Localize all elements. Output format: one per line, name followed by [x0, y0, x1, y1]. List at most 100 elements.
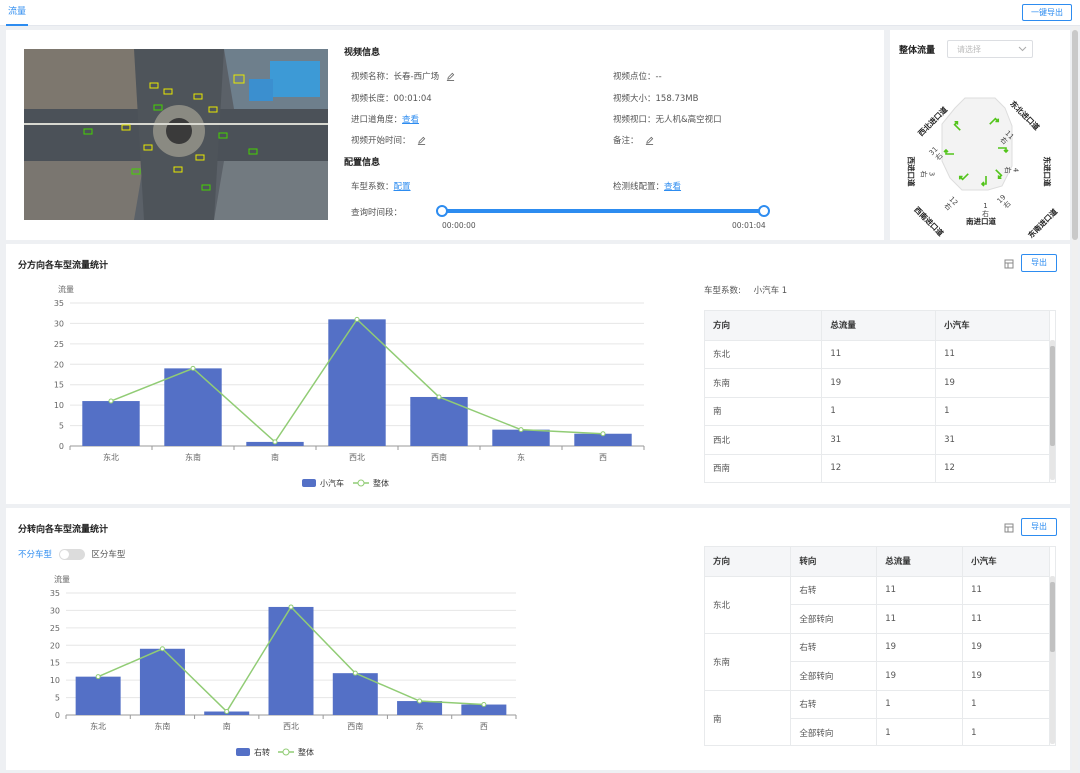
range-end-text: 00:01:04	[732, 221, 766, 230]
table-row[interactable]: 南11	[705, 397, 1050, 426]
viewpoint-row: 视频视口：无人机&高空视口	[613, 113, 722, 125]
table-row[interactable]: 西北 31 31	[705, 425, 1050, 455]
x-tick-label: 南	[223, 721, 231, 731]
table-cell: 12	[935, 454, 1050, 482]
toggle-off-label[interactable]: 不分车型	[18, 550, 52, 560]
legend-swatch	[302, 479, 316, 487]
x-tick-label: 西南	[431, 452, 447, 462]
y-tick-label: 30	[50, 606, 60, 615]
approach-count: 11 右	[998, 129, 1015, 147]
turn-table-scrollbar[interactable]	[1050, 576, 1055, 744]
line-point	[95, 674, 101, 680]
range-start-handle[interactable]	[436, 205, 448, 217]
table-view-icon[interactable]	[1004, 259, 1014, 269]
bar	[75, 676, 121, 715]
direction-cell: 东北	[705, 576, 792, 634]
tab-flow[interactable]: 流量	[6, 0, 29, 26]
approach-count-value: 3	[927, 171, 936, 177]
export-all-button[interactable]: 一键导出	[1022, 4, 1072, 21]
direction-cell: 南	[705, 690, 792, 745]
table-row[interactable]: 东北 右转 11 11	[705, 576, 1050, 634]
viewpoint-value: 无人机&高空视口	[655, 115, 722, 125]
direction-stats-title: 分方向各车型流量统计	[18, 261, 109, 271]
page-scrollbar-thumb[interactable]	[1072, 30, 1078, 240]
line-point	[224, 709, 230, 715]
approach-turn-label: 右	[919, 170, 928, 178]
toggle-knob	[59, 550, 69, 559]
direction-select[interactable]: 请选择	[947, 40, 1033, 58]
toggle-switch[interactable]	[58, 549, 85, 560]
table-cell: 1	[876, 690, 964, 719]
approach-count: 3右	[920, 171, 936, 178]
table-row[interactable]: 东北 11 11	[705, 340, 1050, 369]
y-tick-label: 5	[59, 422, 64, 431]
video-length-value: 00:01:04	[393, 94, 432, 104]
video-thumbnail[interactable]	[24, 49, 328, 220]
overall-flow-title: 整体流量	[899, 46, 936, 56]
detect-line-row: 检测线配置：查看	[613, 180, 681, 192]
turn-export-button[interactable]: 导出	[1021, 518, 1057, 536]
scrollbar-thumb[interactable]	[1050, 582, 1055, 652]
video-name-row: 视频名称：长春-西广场	[351, 70, 455, 82]
x-tick-label: 东北	[103, 452, 119, 462]
table-cell: 11	[962, 604, 1050, 634]
y-tick-label: 30	[54, 319, 64, 328]
approach-count: 4右	[1004, 167, 1020, 174]
table-cell: 11	[821, 340, 937, 369]
chevron-down-icon	[1018, 46, 1027, 52]
y-tick-label: 25	[54, 340, 64, 349]
overall-flow-card: 整体流量 请选择 西北进口道 31 右东北进口道 11 右东进口道 4 右东南进口道 19 右南…	[890, 30, 1070, 240]
direction-export-button[interactable]: 导出	[1021, 254, 1057, 272]
x-tick-label: 西北	[283, 722, 299, 731]
table-cell: 右转	[790, 633, 878, 662]
table-cell: 1	[935, 397, 1050, 426]
table-cell: 全部转向	[790, 661, 878, 691]
turn-stats-title: 分转向各车型流量统计	[18, 525, 109, 535]
y-tick-label: 20	[50, 641, 60, 650]
y-tick-label: 5	[55, 694, 60, 703]
detect-line-link[interactable]: 查看	[664, 182, 681, 192]
table-cell: 19	[821, 368, 937, 398]
edit-icon[interactable]	[417, 136, 426, 145]
approach-angle-label: 进口道角度：	[351, 115, 403, 125]
edit-icon[interactable]	[446, 72, 455, 81]
table-row[interactable]: 东南 19 19	[705, 368, 1050, 398]
edit-icon[interactable]	[645, 136, 654, 145]
vehicle-coef-link[interactable]: 配置	[394, 182, 411, 192]
legend-swatch	[282, 748, 290, 756]
x-tick-label: 东南	[185, 452, 201, 462]
table-cell: 1	[821, 397, 937, 426]
approach-count: 31 右	[928, 145, 946, 163]
video-point-value: --	[655, 72, 662, 82]
vehicle-type-toggle[interactable]: 不分车型 区分车型	[18, 548, 125, 560]
coef-info: 车型系数: 小汽车 1	[704, 284, 787, 296]
table-cell: 31	[935, 425, 1050, 455]
table-cell: 11	[876, 604, 964, 634]
table-row[interactable]: 西南 12 12	[705, 454, 1050, 482]
note-label: 备注：	[613, 136, 639, 146]
table-cell: 11	[962, 576, 1050, 605]
line-point	[272, 439, 278, 445]
direction-chart: 流量 0 5 10 15 20 25 30 35 东北 东南 南 西北 西南 东 西小汽车 整体	[54, 284, 645, 488]
table-cell: 19	[876, 661, 964, 691]
toggle-on-label[interactable]: 区分车型	[91, 550, 125, 560]
line-point	[518, 427, 524, 433]
scrollbar-thumb[interactable]	[1050, 346, 1055, 446]
x-tick-label: 东	[416, 721, 424, 731]
range-end-handle[interactable]	[758, 205, 770, 217]
table-cell: 全部转向	[790, 718, 878, 745]
time-range-slider[interactable]	[442, 209, 764, 213]
table-row[interactable]: 东南 右转 19 19	[705, 633, 1050, 691]
direction-stats-card: 分方向各车型流量统计 导出 流量 0 5 10 15 20 25 30 35 东北 东南南西北 西南东…	[6, 244, 1070, 504]
table-row[interactable]: 南右转 1 1	[705, 690, 1050, 745]
approach-label: 西北进口道	[916, 105, 950, 138]
page-scrollbar[interactable]	[1072, 26, 1078, 773]
table-view-icon[interactable]	[1004, 523, 1014, 533]
approach-turn-label: 右	[982, 210, 989, 218]
bar	[164, 368, 222, 446]
table-cell: 31	[821, 425, 937, 455]
x-tick-label: 东	[517, 452, 525, 462]
approach-angle-link[interactable]: 查看	[402, 115, 419, 125]
approach-label: 东南进口道	[1026, 207, 1060, 240]
direction-table-scrollbar[interactable]	[1050, 340, 1055, 480]
